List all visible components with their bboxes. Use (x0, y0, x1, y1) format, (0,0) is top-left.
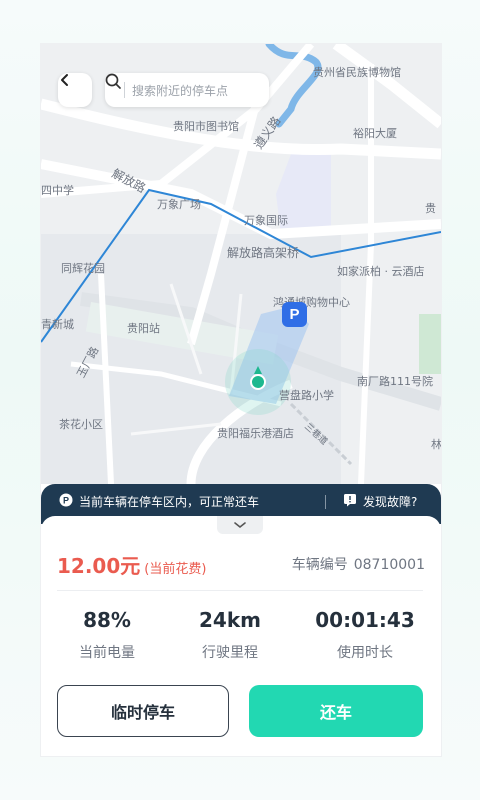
report-fault-button[interactable]: 发现故障? (343, 493, 417, 510)
svg-text:P: P (63, 496, 69, 506)
stat-value: 00:01:43 (315, 608, 415, 632)
map-label: 解放路高架桥 (227, 246, 300, 260)
stat-value: 88% (83, 608, 131, 632)
search-placeholder: 搜索附近的停车点 (132, 83, 229, 98)
ride-info-sheet: 12.00元 (当前花费) 车辆编号 08710001 88% 当前电量 24km… (41, 516, 441, 756)
map-label: 裕阳大厦 (353, 127, 397, 140)
parking-marker-icon[interactable]: P (282, 302, 307, 327)
vehicle-id-number: 08710001 (353, 557, 425, 573)
parking-status-text: 当前车辆在停车区内，可正常还车 (79, 495, 260, 509)
map-label: 同辉花园 (61, 262, 105, 275)
phone-screen: 贵州省民族博物馆 贵阳市图书馆 遵义路 裕阳大厦 解放路 万象广场 四中学 万象… (40, 43, 442, 757)
stat-label: 行驶里程 (202, 645, 258, 661)
map-label: 如家派柏 · 云酒店 (337, 265, 425, 278)
map-label: 青新城 (41, 318, 74, 331)
map-label: 贵州省民族博物馆 (313, 66, 401, 79)
search-input[interactable]: 搜索附近的停车点 (105, 73, 269, 107)
stat-label: 使用时长 (337, 645, 393, 661)
collapse-handle[interactable] (217, 516, 263, 534)
current-fee: 12.00元 (当前花费) (57, 550, 206, 579)
fee-amount: 12.00元 (57, 554, 141, 578)
stat-value: 24km (199, 608, 261, 632)
vehicle-id: 车辆编号 08710001 (292, 554, 425, 574)
map-label: 贵阳站 (127, 322, 160, 335)
fee-note: (当前花费) (144, 562, 207, 577)
stat-battery: 88% 当前电量 (47, 608, 167, 662)
chevron-left-icon (61, 74, 68, 86)
map-label: 万象广场 (157, 198, 201, 211)
stat-label: 当前电量 (79, 645, 135, 661)
map-label: 万象国际 (244, 214, 288, 227)
vehicle-id-label: 车辆编号 (291, 557, 348, 573)
map-label: 贵 (425, 202, 436, 215)
search-divider (124, 82, 125, 98)
map-label: 茶花小区 (59, 418, 103, 431)
parking-status: P 当前车辆在停车区内，可正常还车 (59, 493, 259, 510)
map-label: 四中学 (41, 184, 74, 197)
report-icon (343, 493, 357, 510)
back-button[interactable] (58, 73, 92, 107)
stat-mileage: 24km 行驶里程 (170, 608, 290, 662)
report-fault-label: 发现故障? (363, 495, 418, 509)
stat-duration: 00:01:43 使用时长 (305, 608, 425, 662)
divider (57, 590, 423, 591)
map-label: 营盘路小学 (279, 389, 334, 402)
map-label: 贵阳福乐港酒店 (217, 427, 294, 440)
map-label: 贵阳市图书馆 (173, 120, 239, 133)
notice-divider (325, 495, 326, 509)
return-vehicle-button[interactable]: 还车 (249, 685, 423, 737)
parking-circle-icon: P (59, 493, 73, 510)
temporary-park-button[interactable]: 临时停车 (57, 685, 229, 737)
map-label: 林 (431, 438, 441, 451)
chevron-down-icon (234, 522, 246, 529)
map-view[interactable]: 贵州省民族博物馆 贵阳市图书馆 遵义路 裕阳大厦 解放路 万象广场 四中学 万象… (41, 44, 441, 484)
map-label: 南厂路111号院 (357, 375, 433, 388)
